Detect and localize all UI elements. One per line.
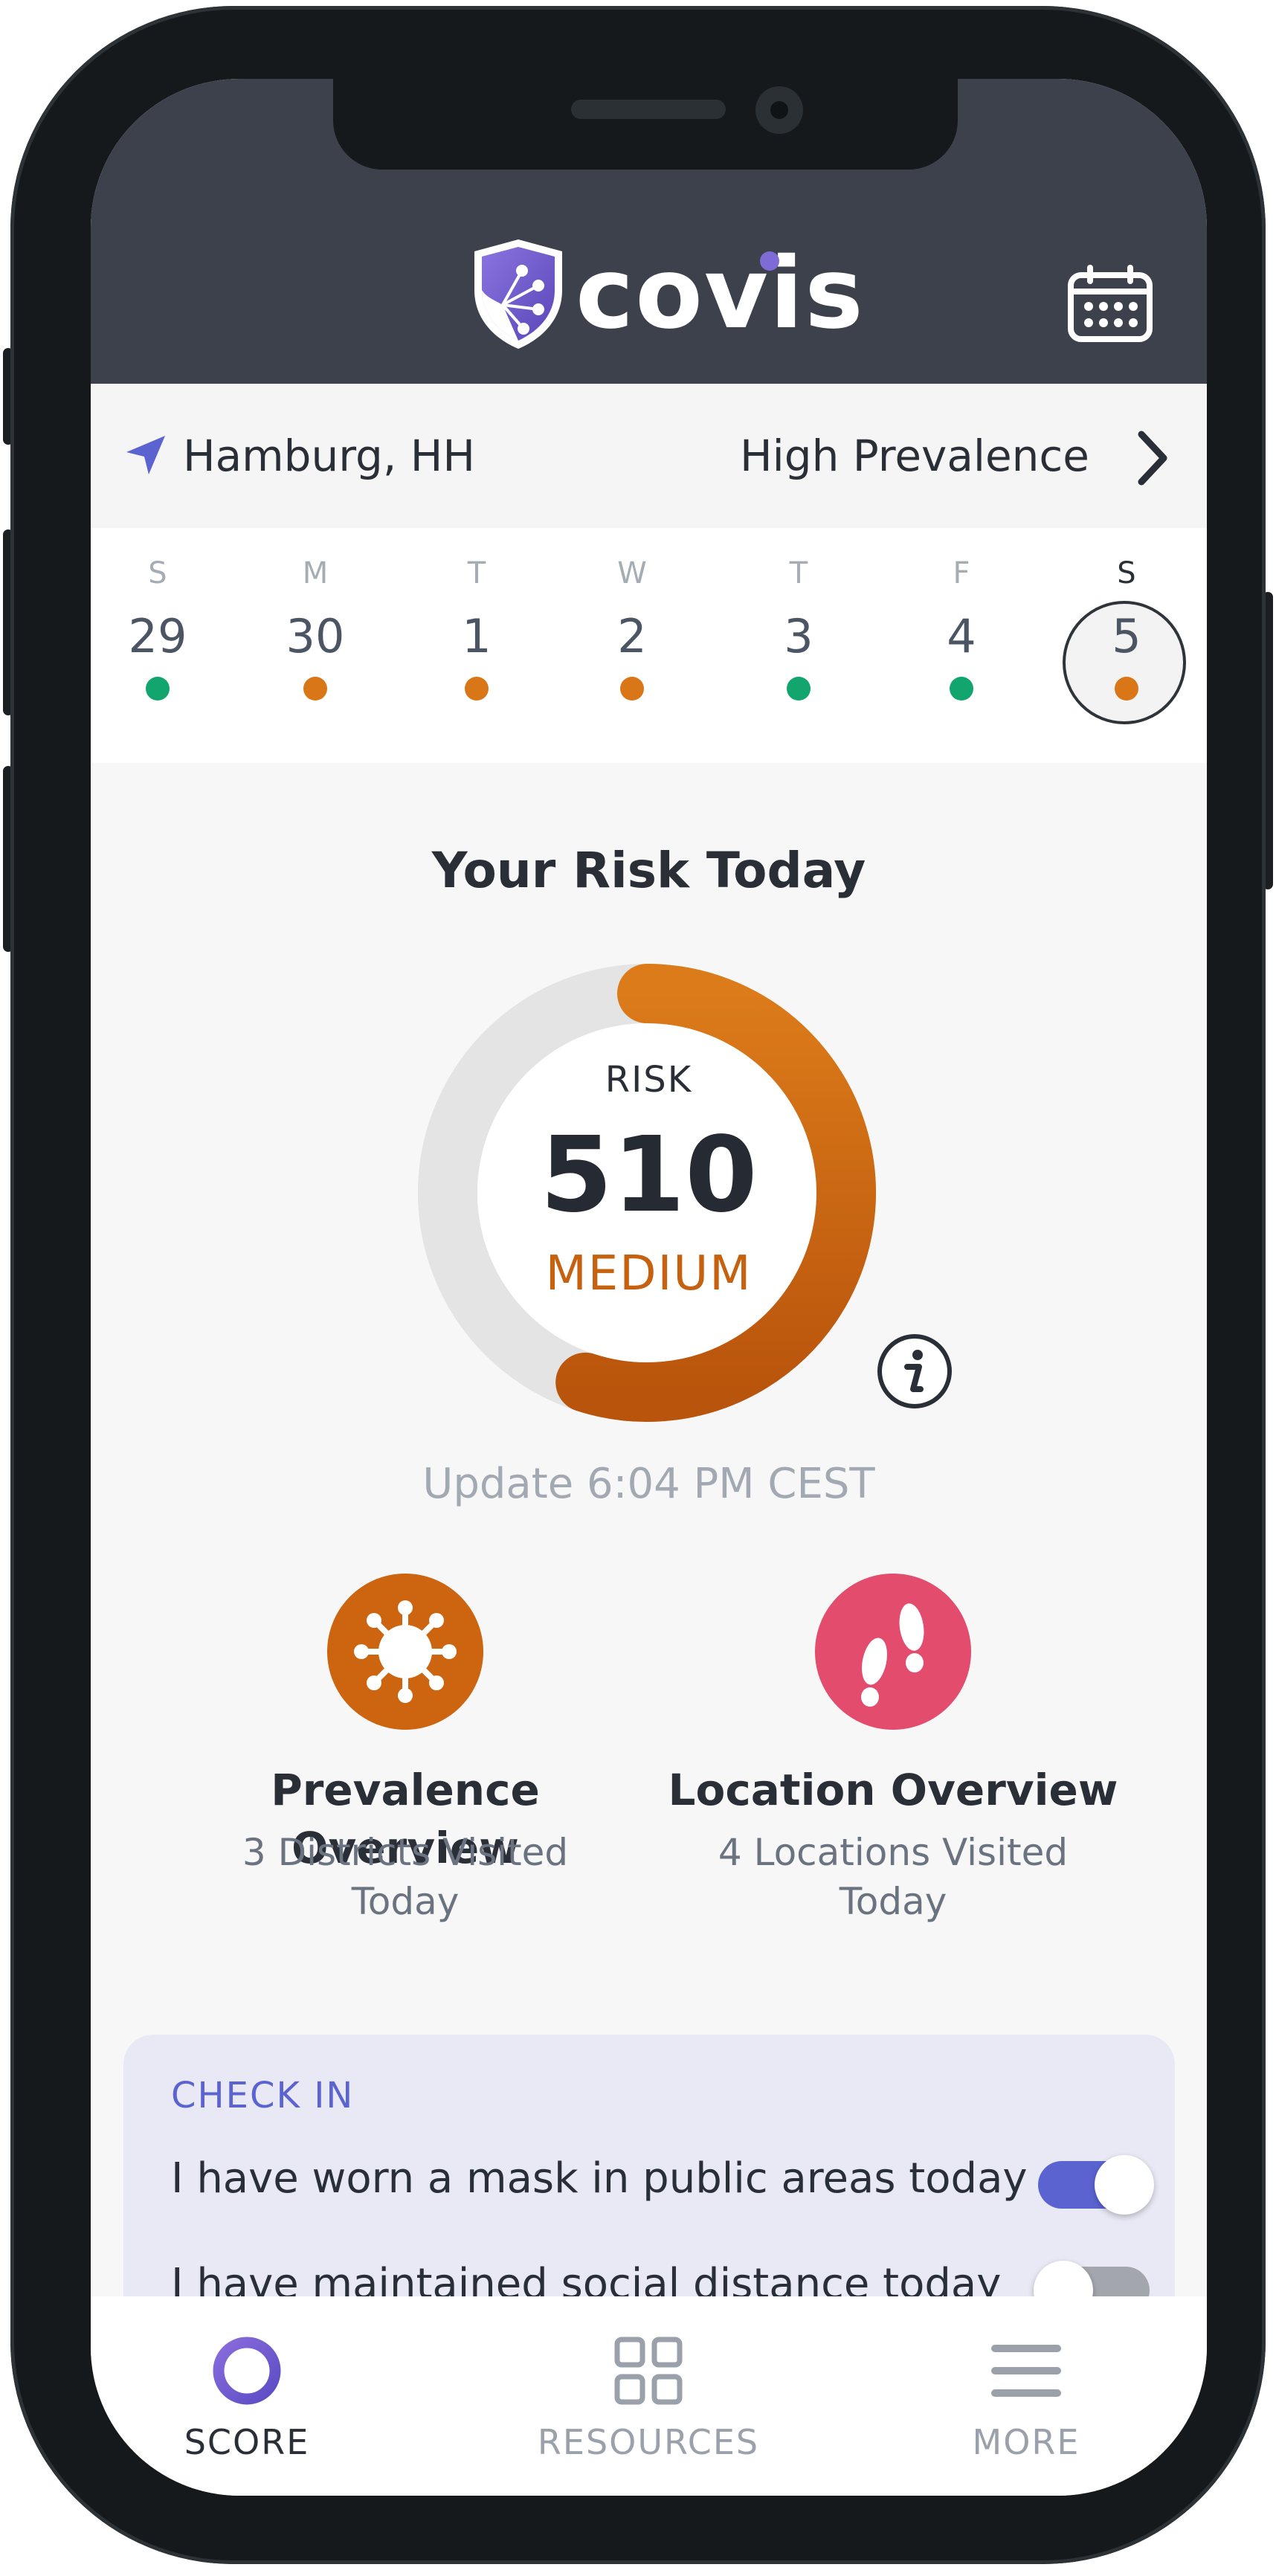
- app-screen: covis Hamburg, HH High Prevalence S 29 M…: [91, 79, 1207, 2496]
- day-3[interactable]: T3: [732, 528, 866, 763]
- menu-icon: [991, 2345, 1061, 2397]
- device-notch: [333, 79, 958, 170]
- location-overview-subtitle: 4 Locations Visited Today: [718, 1831, 1069, 1923]
- day-number: 4: [947, 609, 976, 663]
- risk-status-dot: [146, 677, 170, 701]
- day-of-week-label: M: [302, 556, 329, 590]
- risk-score: 510: [540, 1115, 758, 1236]
- checkin-item-mask: I have worn a mask in public areas today: [171, 2154, 1028, 2203]
- day-of-week-label: S: [1117, 556, 1136, 590]
- tab-resources-label: RESOURCES: [537, 2422, 760, 2462]
- tab-score[interactable]: SCORE: [91, 2296, 403, 2496]
- day-number: 2: [617, 609, 647, 663]
- calendar-icon[interactable]: [1066, 265, 1154, 344]
- risk-level: MEDIUM: [545, 1246, 753, 1301]
- day-of-week-label: F: [953, 556, 970, 590]
- grid-icon: [614, 2337, 683, 2405]
- risk-status-dot: [620, 677, 644, 701]
- prevalence-label: High Prevalence: [740, 431, 1089, 481]
- score-ring-icon: [213, 2337, 281, 2405]
- risk-status-dot: [950, 677, 973, 701]
- day-4[interactable]: F4: [895, 528, 1028, 763]
- checkin-title: CHECK IN: [171, 2075, 355, 2116]
- day-1[interactable]: T1: [410, 528, 544, 763]
- virus-icon: [354, 1600, 457, 1703]
- update-timestamp: Update 6:04 PM CEST: [422, 1460, 875, 1508]
- day-2[interactable]: W2: [565, 528, 699, 763]
- day-of-week-label: W: [617, 556, 647, 590]
- brand-wordmark: covis: [576, 236, 865, 351]
- week-selector: S 29 M 30 T 1 W 2 T 3 F 4 S 5: [91, 528, 1207, 763]
- day-of-week-label: T: [467, 556, 486, 590]
- location-bar[interactable]: Hamburg, HH High Prevalence: [91, 384, 1207, 528]
- chevron-right-icon[interactable]: [1130, 428, 1174, 488]
- day-number: 30: [286, 609, 345, 663]
- tab-more-label: MORE: [972, 2422, 1080, 2462]
- brand-dot: [760, 251, 779, 271]
- day-5[interactable]: S5: [1060, 528, 1193, 763]
- location-name: Hamburg, HH: [183, 431, 475, 481]
- covis-shield-logo: [474, 239, 562, 349]
- tab-score-label: SCORE: [184, 2422, 310, 2462]
- mask-toggle[interactable]: [1038, 2155, 1154, 2215]
- risk-status-dot: [303, 677, 327, 701]
- bottom-tab-bar: SCORE RESOURCES MORE: [91, 2296, 1207, 2496]
- day-number: 3: [784, 609, 813, 663]
- risk-title: Your Risk Today: [431, 842, 866, 899]
- info-icon[interactable]: [876, 1333, 953, 1410]
- day-30[interactable]: M 30: [248, 528, 382, 763]
- day-number: 5: [1112, 609, 1141, 663]
- footprints-icon: [861, 1603, 924, 1707]
- risk-status-dot: [1115, 677, 1138, 701]
- front-camera: [755, 86, 803, 134]
- day-number: 1: [462, 609, 492, 663]
- phone-frame: covis Hamburg, HH High Prevalence S 29 M…: [10, 6, 1266, 2564]
- risk-status-dot: [787, 677, 811, 701]
- location-arrow-icon: [126, 436, 165, 474]
- day-of-week-label: T: [789, 556, 808, 590]
- location-overview-button[interactable]: [815, 1574, 971, 1730]
- app-header: covis: [91, 79, 1207, 384]
- prevalence-overview-subtitle: 3 Districts Visited Today: [242, 1831, 569, 1923]
- prevalence-overview-button[interactable]: [327, 1574, 483, 1730]
- location-overview-title[interactable]: Location Overview: [648, 1761, 1138, 1819]
- toggle-knob: [1095, 2155, 1154, 2215]
- tab-more[interactable]: MORE: [870, 2296, 1182, 2496]
- day-number: 29: [128, 609, 187, 663]
- day-of-week-label: S: [148, 556, 167, 590]
- day-29[interactable]: S 29: [91, 528, 225, 763]
- risk-label: RISK: [605, 1059, 693, 1101]
- risk-status-dot: [465, 677, 489, 701]
- tab-resources[interactable]: RESOURCES: [492, 2296, 805, 2496]
- speaker-grille: [571, 100, 726, 119]
